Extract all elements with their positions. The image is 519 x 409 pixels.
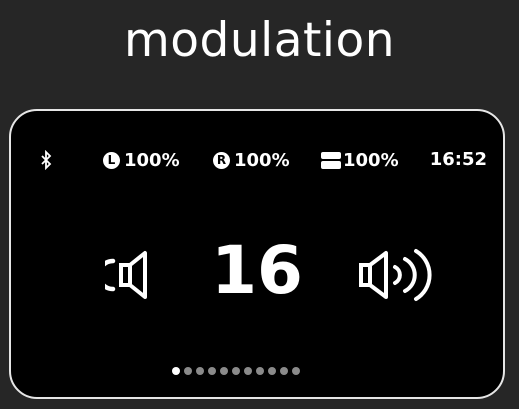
volume-up-icon[interactable] [359,245,439,305]
page-dot[interactable] [292,367,300,375]
right-battery-value: 100% [234,149,290,171]
bluetooth-icon [41,150,52,170]
page-dot[interactable] [196,367,204,375]
left-earbud-battery: L 100% [103,147,180,173]
left-earbud-icon: L [103,151,120,169]
page-dot[interactable] [268,367,276,375]
page-title: modulation [123,13,396,68]
clock-time: 16:52 [429,149,487,170]
page-dot[interactable] [280,367,288,375]
app-page: modulation L 100% R 100% 100% 16:52 16 [0,0,519,409]
page-dot[interactable] [244,367,252,375]
page-dot[interactable] [184,367,192,375]
right-earbud-icon: R [213,151,230,169]
right-earbud-battery: R 100% [213,147,290,173]
case-battery-value: 100% [343,149,399,171]
device-screen: L 100% R 100% 100% 16:52 16 [9,109,505,399]
page-indicator[interactable] [172,367,300,375]
volume-down-icon[interactable] [105,247,155,303]
volume-level: 16 [211,232,303,309]
page-dot[interactable] [220,367,228,375]
status-bar: L 100% R 100% 100% 16:52 [33,147,487,173]
charging-case-icon [321,151,341,169]
page-dot[interactable] [208,367,216,375]
case-battery: 100% [321,147,399,173]
page-dot[interactable] [256,367,264,375]
left-battery-value: 100% [124,149,180,171]
volume-control: 16 [11,232,503,313]
page-dot-active[interactable] [172,367,180,375]
page-dot[interactable] [232,367,240,375]
